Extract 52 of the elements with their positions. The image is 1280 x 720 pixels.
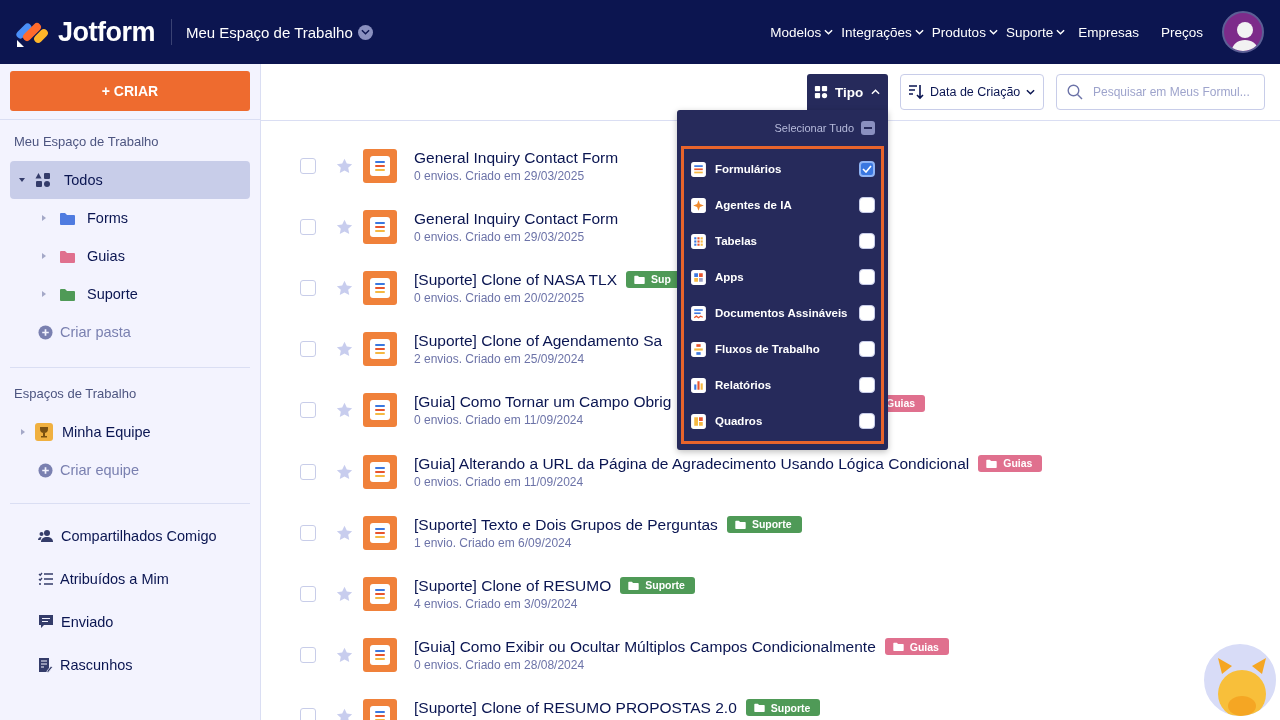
- nav-link[interactable]: Modelos: [766, 24, 838, 40]
- type-option-label[interactable]: Relatórios: [715, 379, 851, 391]
- form-details: 0 envios. Criado em 11/09/2024: [414, 413, 584, 428]
- form-details: 0 envios. Criado em 20/02/2025: [414, 291, 585, 305]
- create-folder-link[interactable]: Criar pasta: [10, 313, 250, 351]
- create-team-link[interactable]: Criar equipe: [10, 451, 250, 489]
- section-title: Meu Espaço de Trabalho: [13, 133, 160, 151]
- folder-item[interactable]: Forms: [10, 199, 250, 237]
- nav-link[interactable]: Produtos: [927, 24, 1002, 40]
- folder-item[interactable]: Todos: [10, 161, 250, 199]
- team-item[interactable]: Minha Equipe: [10, 413, 250, 451]
- type-option-label[interactable]: Formulários: [715, 163, 851, 175]
- form-title[interactable]: General Inquiry Contact Form: [414, 209, 619, 227]
- sidebar-link[interactable]: Rascunhos: [10, 643, 250, 686]
- form-details: 0 envios. Criado em 11/09/2024: [414, 474, 584, 489]
- type-option-label[interactable]: Agentes de IA: [715, 199, 851, 211]
- form-details: 0 envios. Criado em 28/08/2024: [414, 658, 585, 673]
- type-option-label[interactable]: Apps: [715, 271, 851, 283]
- sort-button[interactable]: Data de Criação: [900, 74, 1044, 110]
- type-option-label[interactable]: Documentos Assináveis: [715, 307, 851, 319]
- nav-link[interactable]: Integrações: [837, 24, 928, 40]
- form-details: 4 envios. Criado em 3/09/2024: [414, 596, 578, 611]
- sidebar-link[interactable]: Compartilhados Comigo: [10, 514, 250, 557]
- section-title: Espaços de Trabalho: [13, 385, 138, 403]
- form-title[interactable]: [Guia] Como Tornar um Campo Obrig: [414, 393, 672, 411]
- type-filter-button[interactable]: Tipo: [807, 74, 888, 110]
- form-title[interactable]: [Suporte] Texto e Dois Grupos de Perguntas: [414, 515, 718, 533]
- brand-name: Jotform: [58, 16, 155, 48]
- nav-link[interactable]: Preços: [1151, 24, 1216, 40]
- form-title[interactable]: [Guia] Como Exibir ou Ocultar Múltiplos Campos Condicionalmente: [414, 638, 876, 656]
- form-title[interactable]: [Suporte] Clone of RESUMO: [414, 576, 612, 594]
- form-details: 0 envios. Criado em 29/03/2025: [414, 229, 585, 244]
- form-title[interactable]: [Suporte] Clone of NASA TLX: [414, 270, 618, 288]
- type-option-label[interactable]: Tabelas: [715, 235, 851, 247]
- sidebar-link[interactable]: Enviado: [10, 600, 250, 643]
- nav-link[interactable]: Empresas: [1069, 24, 1152, 40]
- select-all-label: Selecionar Tudo: [774, 122, 854, 134]
- workspace-name[interactable]: Meu Espaço de Trabalho: [186, 23, 353, 41]
- form-title[interactable]: [Guia] Alterando a URL da Página de Agradecimento Usando Lógica Condicional: [414, 454, 970, 472]
- type-option-label[interactable]: Fluxos de Trabalho: [715, 343, 851, 355]
- form-title[interactable]: [Suporte] Clone of RESUMO PROPOSTAS 2.0: [414, 699, 737, 717]
- folder-item[interactable]: Suporte: [10, 275, 250, 313]
- form-title[interactable]: [Suporte] Clone of Agendamento Sa: [414, 332, 663, 350]
- form-title[interactable]: General Inquiry Contact Form: [414, 148, 619, 166]
- form-details: 0 envios. Criado em 29/03/2025: [414, 168, 585, 183]
- sidebar-link[interactable]: Atribuídos a Mim: [10, 557, 250, 600]
- folder-item[interactable]: Guias: [10, 237, 250, 275]
- form-details: 1 envio. Criado em 6/09/2024: [414, 535, 572, 550]
- form-details: 2 envios. Criado em 25/09/2024: [414, 352, 585, 367]
- search-field[interactable]: Pesquisar em Meus Formul...: [1056, 74, 1265, 110]
- type-option-label[interactable]: Quadros: [715, 415, 851, 427]
- nav-link[interactable]: Suporte: [1001, 24, 1070, 40]
